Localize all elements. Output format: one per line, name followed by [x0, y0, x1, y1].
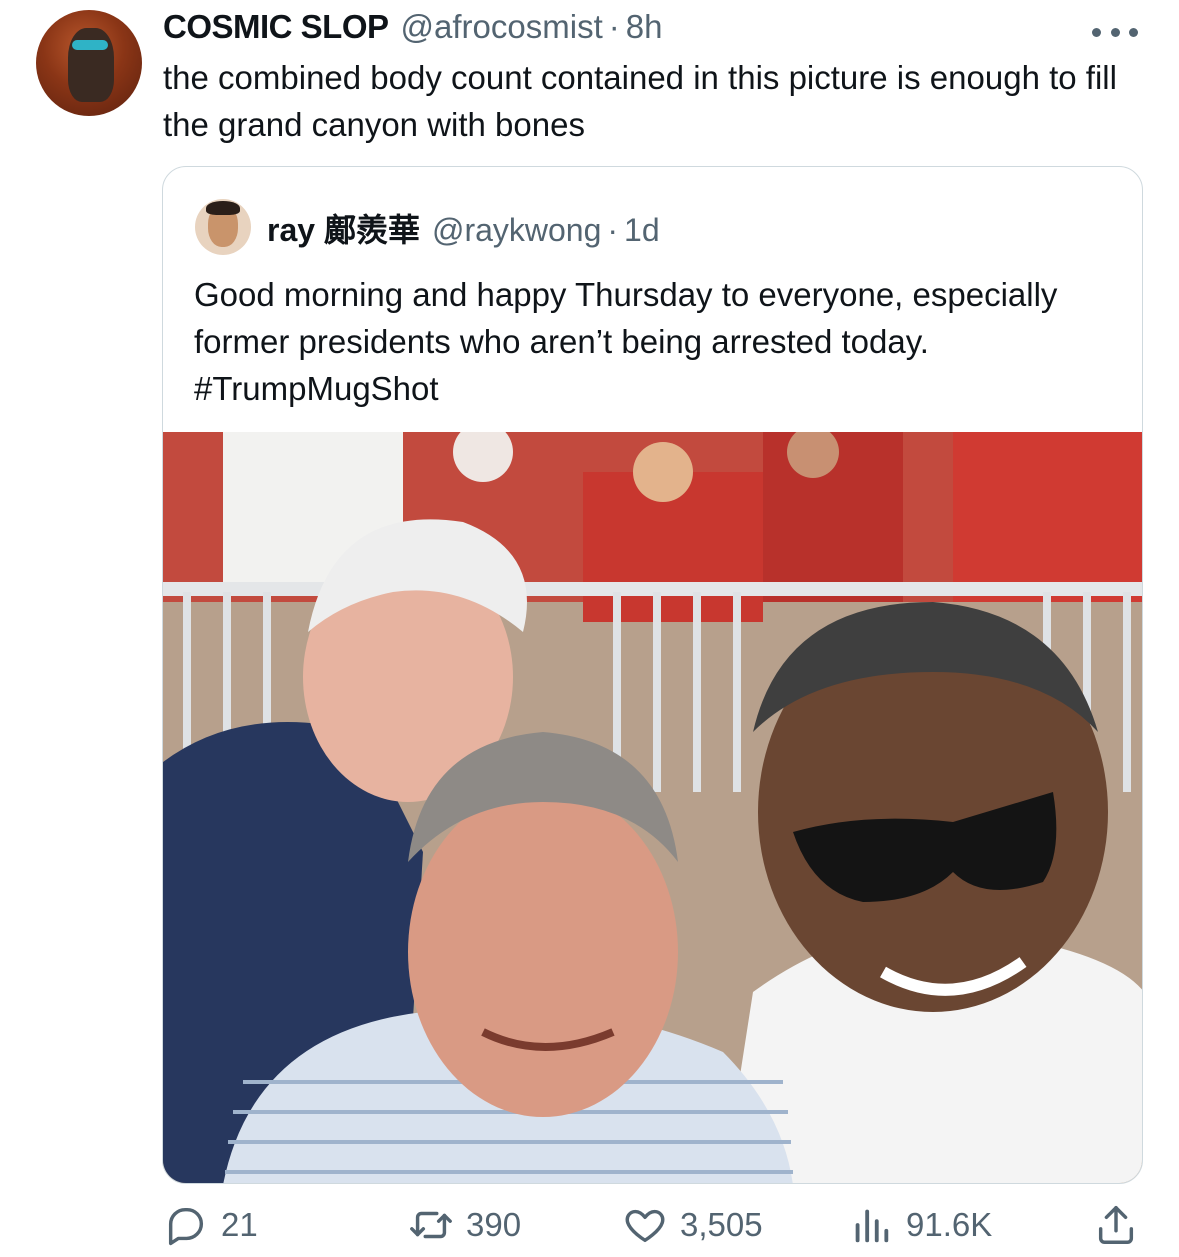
- tweet-text: the combined body count contained in thi…: [163, 59, 1117, 143]
- like-button[interactable]: 3,505: [622, 1195, 763, 1255]
- retweet-icon: [410, 1211, 452, 1239]
- quoted-author-handle: @raykwong: [431, 212, 602, 248]
- retweet-button[interactable]: 390: [408, 1195, 521, 1255]
- tweet-actions: 21 390 3,505 91.6K: [0, 1195, 1179, 1255]
- retweet-count: 390: [466, 1206, 522, 1243]
- avatar-visor: [72, 40, 108, 50]
- quoted-tweet[interactable]: ray 鄺羨華 @raykwong · 1d Good morning and …: [162, 166, 1143, 1184]
- quoted-tweet-timestamp: 1d: [624, 212, 660, 248]
- selfie-photo-illustration: [163, 432, 1142, 1183]
- reply-button[interactable]: 21: [163, 1195, 258, 1255]
- tweet-timestamp[interactable]: 8h: [626, 8, 663, 46]
- like-count: 3,505: [680, 1206, 763, 1243]
- more-dot: [1129, 27, 1138, 37]
- author-avatar[interactable]: [36, 10, 142, 116]
- avatar-hair: [206, 201, 240, 215]
- author-display-name[interactable]: COSMIC SLOP: [163, 8, 389, 46]
- quoted-author-avatar[interactable]: [195, 199, 251, 255]
- heart-icon: [625, 1209, 665, 1243]
- views-count: 91.6K: [906, 1206, 993, 1243]
- reply-icon: [168, 1207, 204, 1246]
- reply-count: 21: [221, 1206, 258, 1243]
- tweet: COSMIC SLOP @afrocosmist · 8h the combin…: [0, 0, 1179, 1257]
- more-dot: [1110, 27, 1120, 37]
- tweet-header: COSMIC SLOP @afrocosmist · 8h: [163, 8, 662, 48]
- more-dot: [1092, 27, 1101, 37]
- quoted-tweet-text: Good morning and happy Thursday to every…: [194, 276, 1058, 407]
- quoted-author-display-name: ray 鄺羨華: [267, 212, 420, 248]
- share-icon: [1098, 1206, 1134, 1244]
- quoted-header-separator: ·: [607, 212, 619, 248]
- views-chart-icon: [855, 1209, 889, 1243]
- more-options-icon[interactable]: [1092, 22, 1138, 42]
- quoted-tweet-photo[interactable]: [163, 432, 1142, 1183]
- share-button[interactable]: [1093, 1195, 1139, 1255]
- author-handle[interactable]: @afrocosmist: [401, 8, 603, 46]
- quoted-tweet-header: ray 鄺羨華 @raykwong · 1d: [267, 205, 660, 251]
- views-button[interactable]: 91.6K: [848, 1195, 992, 1255]
- header-separator: ·: [608, 8, 620, 45]
